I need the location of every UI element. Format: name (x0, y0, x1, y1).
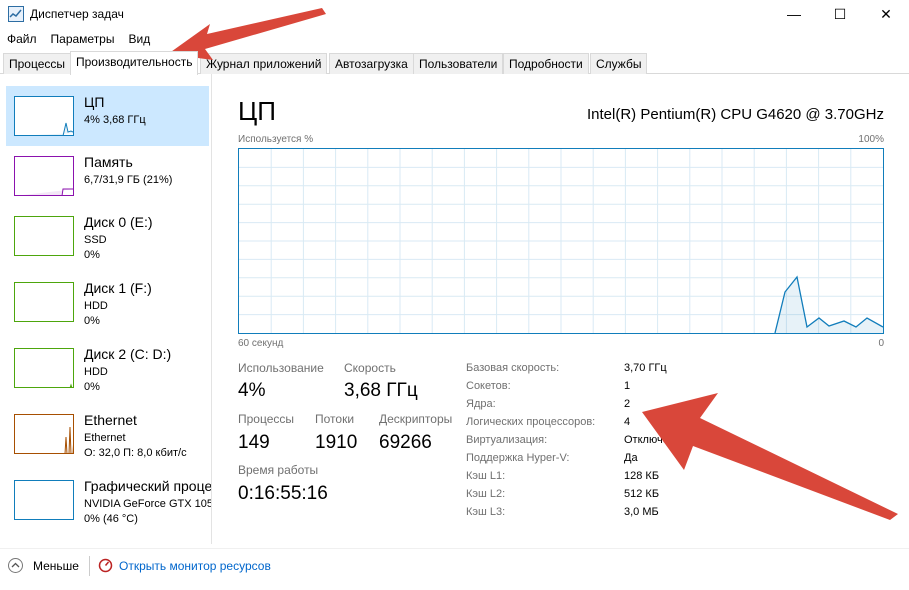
prop-value: 1 (624, 380, 631, 392)
menu-file[interactable]: Файл (0, 29, 44, 49)
speed-label: Скорость (344, 361, 396, 375)
sidebar-item-label: Память (84, 154, 133, 170)
footer: Меньше Открыть монитор ресурсов (0, 548, 909, 588)
sidebar-item-detail2: 0% (46 °C) (84, 513, 138, 525)
sidebar-item-detail: Ethernet (84, 432, 126, 444)
task-manager-icon (8, 6, 24, 22)
sidebar-item-ethernet[interactable]: Ethernet Ethernet О: 32,0 П: 8,0 кбит/с (6, 404, 209, 464)
sidebar-item-detail: NVIDIA GeForce GTX 1050 (84, 498, 212, 510)
sidebar-item-disk0[interactable]: Диск 0 (E:) SSD 0% (6, 206, 209, 266)
sidebar-item-detail2: 0% (84, 381, 100, 393)
minimize-button[interactable]: — (771, 0, 817, 28)
sidebar-item-label: Диск 2 (C: D:) (84, 346, 172, 362)
prop-value: 3,70 ГГц (624, 362, 667, 374)
threads-label: Потоки (315, 412, 355, 426)
menu-view[interactable]: Вид (121, 29, 157, 49)
resource-sidebar: ЦП 4% 3,68 ГГц Память 6,7/31,9 ГБ (21%) … (0, 74, 212, 544)
sidebar-item-detail: SSD (84, 234, 107, 246)
prop-label: Виртуализация: (466, 434, 548, 446)
prop-value: 2 (624, 398, 631, 410)
prop-label: Ядра: (466, 398, 496, 410)
sidebar-item-detail: 6,7/31,9 ГБ (21%) (84, 174, 173, 186)
tab-services[interactable]: Службы (590, 53, 648, 74)
prop-value: 4 (624, 416, 631, 428)
disk1-thumbnail (14, 282, 74, 322)
prop-label: Базовая скорость: (466, 362, 560, 374)
prop-label: Поддержка Hyper-V: (466, 452, 570, 464)
prop-value: 128 КБ (624, 470, 660, 482)
prop-label: Логических процессоров: (466, 416, 596, 428)
sidebar-item-label: Диск 0 (E:) (84, 214, 153, 230)
divider (89, 556, 90, 576)
menu-bar: Файл Параметры Вид (0, 29, 157, 49)
graph-label-usage: Используется % (238, 134, 314, 145)
uptime-label: Время работы (238, 463, 319, 477)
sidebar-item-disk2[interactable]: Диск 2 (C: D:) HDD 0% (6, 338, 209, 398)
open-resource-monitor-link[interactable]: Открыть монитор ресурсов (119, 559, 271, 573)
menu-options[interactable]: Параметры (44, 29, 122, 49)
sidebar-item-memory[interactable]: Память 6,7/31,9 ГБ (21%) (6, 146, 209, 206)
annotation-arrow-icon (642, 393, 898, 520)
sidebar-item-label: Диск 1 (F:) (84, 280, 152, 296)
close-button[interactable]: ✕ (863, 0, 909, 28)
speed-value: 3,68 ГГц (344, 380, 418, 401)
prop-label: Кэш L2: (466, 488, 506, 500)
graph-label-max: 100% (858, 134, 884, 145)
sidebar-item-label: Графический процессор (84, 478, 212, 494)
tab-startup[interactable]: Автозагрузка (329, 53, 414, 74)
uptime-value: 0:16:55:16 (238, 483, 328, 504)
maximize-button[interactable]: ☐ (817, 0, 863, 28)
graph-time-left: 60 секунд (238, 338, 284, 349)
tab-performance[interactable]: Производительность (70, 51, 199, 75)
title-bar: Диспетчер задач — ☐ ✕ (0, 0, 909, 28)
sidebar-item-label: ЦП (84, 94, 105, 110)
sidebar-item-detail2: 0% (84, 249, 100, 261)
sidebar-item-cpu[interactable]: ЦП 4% 3,68 ГГц (6, 86, 209, 146)
handles-value: 69266 (379, 432, 432, 453)
cpu-thumbnail (14, 96, 74, 136)
processes-label: Процессы (238, 412, 295, 426)
prop-value: Да (624, 452, 638, 464)
sidebar-item-detail2: О: 32,0 П: 8,0 кбит/с (84, 447, 187, 459)
sidebar-item-detail: 4% 3,68 ГГц (84, 114, 146, 126)
disk2-thumbnail (14, 348, 74, 388)
handles-label: Дескрипторы (379, 412, 453, 426)
ethernet-thumbnail (14, 414, 74, 454)
tab-processes[interactable]: Процессы (3, 53, 72, 74)
threads-value: 1910 (315, 432, 358, 453)
resource-monitor-icon (98, 558, 113, 573)
prop-value: 512 КБ (624, 488, 660, 500)
tab-users[interactable]: Пользователи (413, 53, 504, 74)
window-title: Диспетчер задач (30, 7, 124, 21)
page-title: ЦП (238, 96, 276, 126)
sidebar-item-detail: HDD (84, 366, 108, 378)
prop-value: 3,0 МБ (624, 506, 659, 518)
tab-bar: Процессы Производительность Журнал прило… (0, 51, 909, 75)
sidebar-item-gpu[interactable]: Графический процессор NVIDIA GeForce GTX… (6, 470, 212, 530)
sidebar-item-detail2: 0% (84, 315, 100, 327)
usage-label: Использование (238, 361, 324, 375)
fewer-details-button[interactable]: Меньше (33, 559, 79, 573)
prop-label: Кэш L3: (466, 506, 506, 518)
sidebar-item-detail: HDD (84, 300, 108, 312)
cpu-graph-svg (239, 149, 884, 334)
tab-details[interactable]: Подробности (503, 53, 589, 74)
disk0-thumbnail (14, 216, 74, 256)
sidebar-item-label: Ethernet (84, 412, 137, 428)
gpu-thumbnail (14, 480, 74, 520)
usage-value: 4% (238, 380, 266, 401)
prop-label: Кэш L1: (466, 470, 506, 482)
memory-thumbnail (14, 156, 74, 196)
tab-app-history[interactable]: Журнал приложений (200, 53, 328, 74)
cpu-usage-graph (238, 148, 884, 334)
cpu-usage-area (775, 277, 883, 333)
sidebar-item-disk1[interactable]: Диск 1 (F:) HDD 0% (6, 272, 209, 332)
prop-value: Отключено (624, 434, 674, 446)
processes-value: 149 (238, 432, 270, 453)
cpu-model: Intel(R) Pentium(R) CPU G4620 @ 3.70GHz (587, 106, 884, 123)
graph-time-right: 0 (878, 338, 884, 349)
chevron-up-icon[interactable] (8, 558, 23, 573)
prop-label: Сокетов: (466, 380, 511, 392)
